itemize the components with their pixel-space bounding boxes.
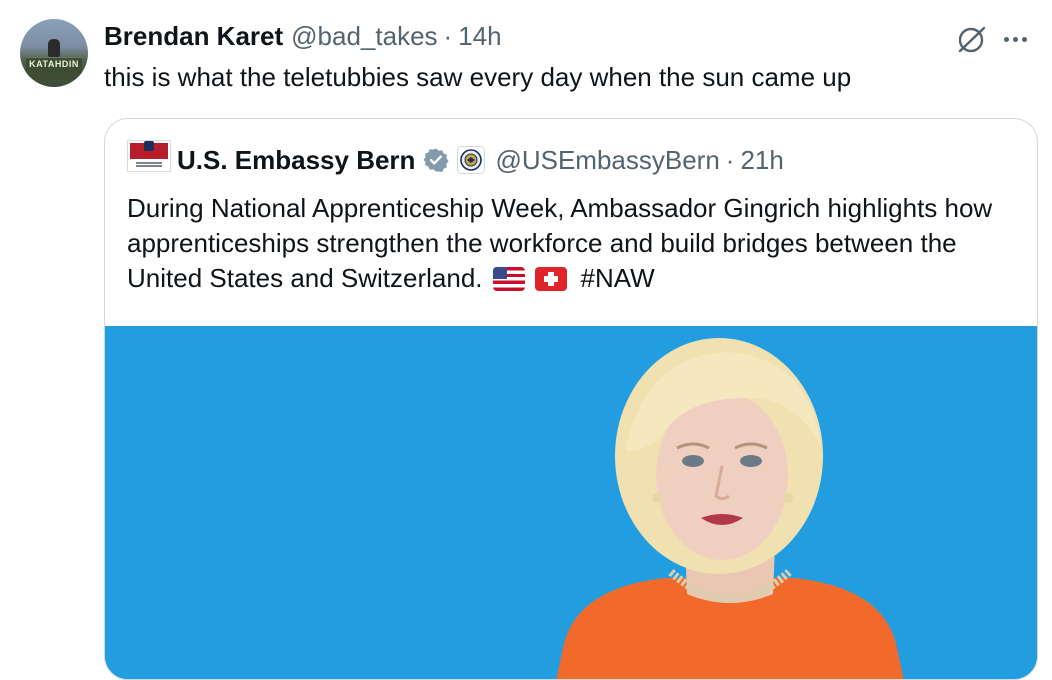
government-seal-icon [457,146,486,174]
media-image [105,326,1037,679]
author-avatar[interactable]: KATAHDIN [20,19,88,87]
tweet-header: Brendan Karet @bad_takes · 14h [104,20,502,52]
tweet-text: this is what the teletubbies saw every d… [104,62,852,92]
avatar-person-figure [48,39,60,57]
embassy-eagle-icon [144,141,154,151]
swiss-flag-icon [534,267,567,291]
quoted-tweet-text: During National Apprenticeship Week, Amb… [127,191,1017,296]
more-icon[interactable] [1004,34,1034,44]
quoted-tweet-header: U.S. Embassy Bern @USEmbassyBern · 21h [177,143,784,177]
quoted-author-avatar[interactable] [127,140,171,172]
verified-badge-icon [423,148,450,172]
hashtag-link[interactable]: #NAW [581,263,655,293]
tweet-timestamp[interactable]: 14h [458,21,501,52]
grok-icon[interactable] [955,24,987,56]
quoted-tweet-media[interactable] [105,326,1037,679]
quoted-author-name[interactable]: U.S. Embassy Bern [177,145,415,176]
quoted-header-separator: · [725,144,735,175]
quoted-author-handle[interactable]: @USEmbassyBern [495,145,719,176]
quoted-tweet-timestamp[interactable]: 21h [740,145,783,176]
quoted-tweet-card[interactable]: U.S. Embassy Bern @USEmbassyBern · 21h D… [104,118,1038,680]
avatar-sign: KATAHDIN [26,57,82,80]
avatar-sign-text: KATAHDIN [29,59,79,69]
author-handle[interactable]: @bad_takes [291,21,437,52]
us-flag-icon [492,267,525,291]
author-name[interactable]: Brendan Karet [104,21,283,52]
header-separator: · [443,20,453,51]
